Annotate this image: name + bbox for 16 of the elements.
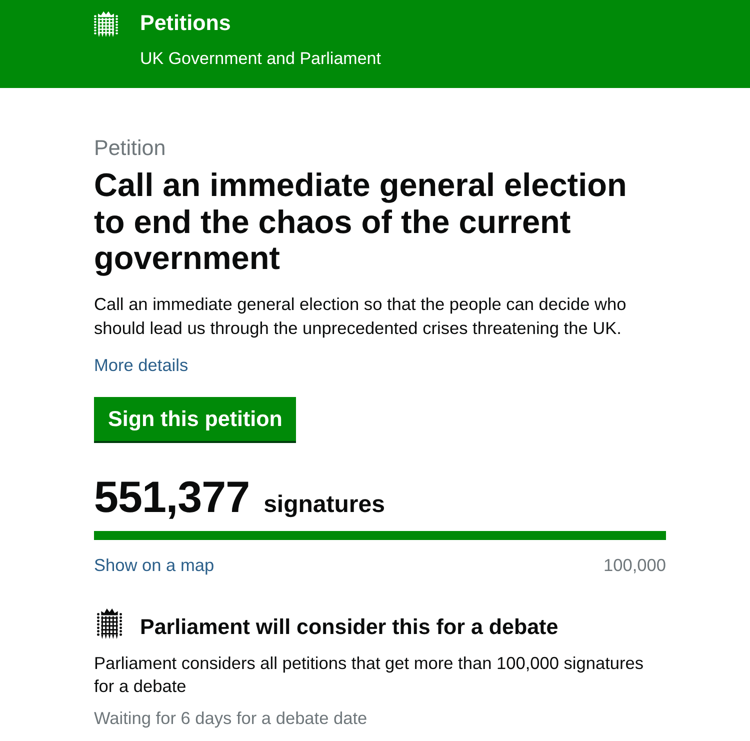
site-subtitle: UK Government and Parliament — [140, 49, 381, 69]
debate-heading: Parliament will consider this for a debate — [140, 614, 558, 640]
sign-petition-button[interactable]: Sign this petition — [94, 396, 296, 440]
petition-title: Call an immediate general election to end the chaos of the current government — [94, 167, 628, 276]
site-title[interactable]: Petitions — [140, 10, 231, 36]
portcullis-icon — [94, 11, 118, 37]
debate-status: Waiting for 6 days for a debate date — [94, 708, 368, 728]
petition-description: Call an immediate general election so that the people can decide who should lead us through the unprecedented crises threatening the UK. — [94, 292, 628, 340]
threshold-value: 100,000 — [604, 554, 666, 574]
more-details-link[interactable]: More details — [94, 354, 188, 374]
signatures-label: signatures — [264, 490, 385, 518]
portcullis-icon — [97, 608, 122, 638]
debate-description: Parliament considers all petitions that get more than 100,000 signatures for a debate — [94, 652, 644, 698]
show-on-map-link[interactable]: Show on a map — [94, 554, 214, 574]
signature-count: 551,377 — [94, 474, 250, 522]
petition-label: Petition — [94, 135, 166, 161]
